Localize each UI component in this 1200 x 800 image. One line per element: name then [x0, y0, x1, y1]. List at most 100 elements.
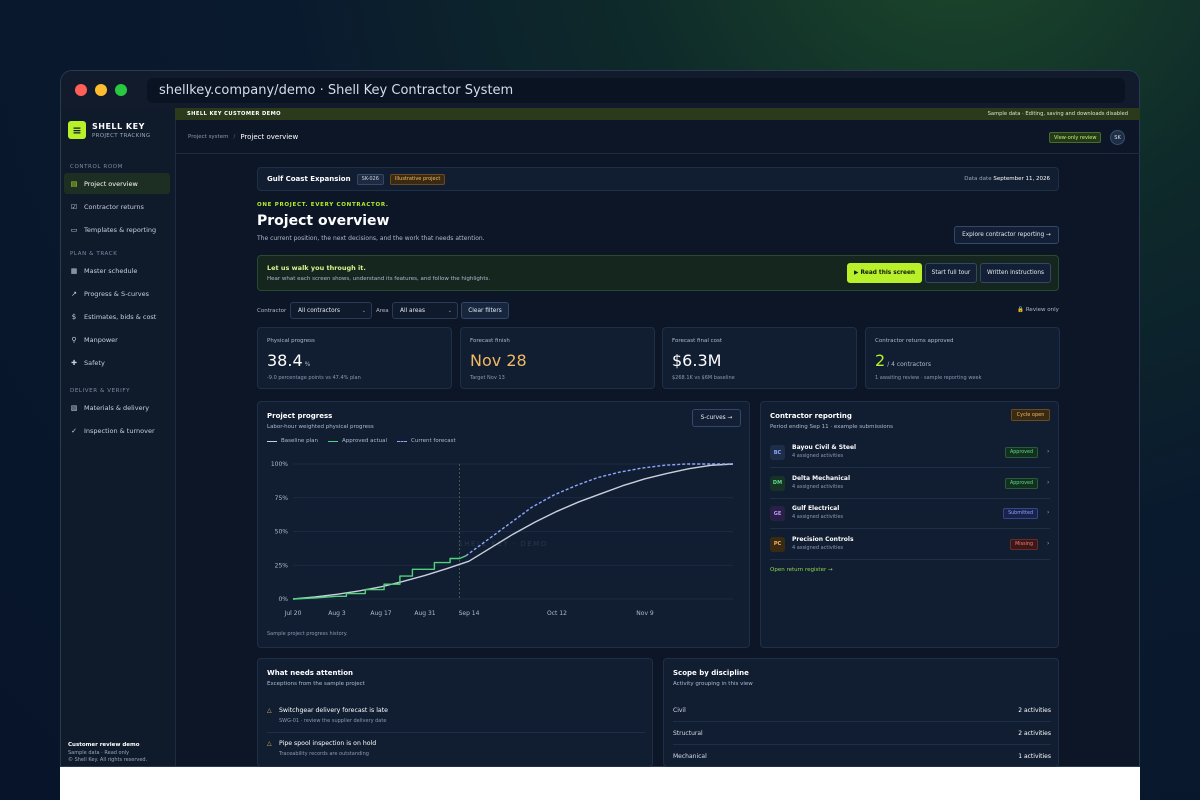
kpi-value-number: Nov 28: [470, 351, 527, 370]
maximize-window-button[interactable]: [115, 84, 127, 96]
y-tick-label: 100%: [271, 461, 288, 468]
sidebar-item-contractor-returns[interactable]: ☑ Contractor returns: [64, 196, 170, 217]
scope-panel: Scope by discipline Activity grouping in…: [663, 658, 1059, 768]
sidebar-footer-title: Customer review demo: [68, 742, 140, 748]
sidebar-item-label: Master schedule: [84, 266, 138, 275]
contractor-avatar: BC: [770, 445, 785, 460]
sidebar-item-safety[interactable]: ✚ Safety: [64, 352, 170, 373]
contractor-select[interactable]: All contractors ⌄: [290, 302, 372, 319]
scope-count: 2 activities: [1018, 729, 1051, 737]
contractor-activities: 4 assigned activities: [792, 453, 844, 459]
sidebar-item-manpower[interactable]: ⚲ Manpower: [64, 329, 170, 350]
project-overview-icon: ▤: [70, 179, 78, 188]
contractor-activities: 4 assigned activities: [792, 514, 844, 520]
written-instructions-button[interactable]: Written instructions: [980, 263, 1051, 283]
close-window-button[interactable]: [75, 84, 87, 96]
sidebar-item-master-schedule[interactable]: ▦ Master schedule: [64, 260, 170, 281]
breadcrumb-parent[interactable]: Project system: [188, 134, 228, 140]
sidebar-section-label: PLAN & TRACK: [70, 251, 118, 257]
shell-key-logo-icon[interactable]: ≡: [68, 121, 86, 139]
chevron-right-icon: ›: [1047, 448, 1050, 455]
warning-icon: △: [267, 707, 272, 714]
area-select[interactable]: All areas ⌄: [392, 302, 458, 319]
kpi-note: -9.0 percentage points vs 47.4% plan: [267, 375, 361, 381]
page-bottom-area: [60, 767, 1140, 800]
contractor-activities: 4 assigned activities: [792, 483, 844, 490]
kpi-note: Target Nov 13: [470, 375, 505, 381]
safety-icon: ✚: [71, 358, 77, 367]
area-select-value: All areas: [400, 307, 425, 314]
contractor-row[interactable]: GE Gulf Electrical 4 assigned activities Su…: [770, 499, 1050, 529]
kpi-card: Forecast final cost $6.3M $268.1K vs $6M b…: [662, 327, 857, 389]
x-tick-label: Jul 20: [284, 610, 302, 617]
walkthrough-title: Let us walk you through it.: [267, 264, 366, 272]
sidebar-item-label: Materials & delivery: [84, 403, 150, 412]
kpi-value: $6.3M: [672, 351, 723, 370]
sidebar-item-progress-s-curves[interactable]: ↗ Progress & S-curves: [64, 283, 170, 304]
sidebar-item-project-overview[interactable]: ▤ Project overview: [64, 173, 170, 194]
contractor-row[interactable]: DM Delta Mechanical 4 assigned activities A…: [770, 469, 1050, 499]
kpi-value-number: $6.3M: [672, 351, 722, 370]
contractor-row[interactable]: BC Bayou Civil & Steel 4 assigned activiti…: [770, 438, 1050, 468]
walkthrough-panel: Let us walk you through it. Hear what ea…: [257, 255, 1059, 291]
sidebar-item-materials-delivery[interactable]: ▧ Materials & delivery: [64, 397, 170, 418]
x-tick-label: Aug 31: [414, 610, 435, 617]
attention-title: What needs attention: [267, 669, 353, 677]
chevron-down-icon: ⌄: [361, 307, 366, 314]
page-title: Project overview: [257, 213, 390, 229]
scope-row: Structural 2 activities: [673, 722, 1051, 745]
contractor-row[interactable]: PC Precision Controls 4 assigned activitie…: [770, 530, 1050, 560]
read-this-screen-button[interactable]: ▶ Read this screen: [847, 263, 922, 283]
demo-banner-note: Sample data · Editing, saving and downlo…: [987, 111, 1128, 117]
kpi-value: Nov 28: [470, 351, 529, 370]
breadcrumb: Project system / Project overview: [175, 120, 1140, 154]
clear-filters-button[interactable]: Clear filters: [461, 302, 509, 319]
sidebar-item-label: Templates & reporting: [84, 225, 157, 234]
kpi-label: Forecast finish: [470, 338, 510, 344]
scope-count: 1 activities: [1018, 752, 1051, 760]
chevron-right-icon: ›: [1047, 539, 1050, 547]
kpi-unit: %: [304, 361, 311, 368]
inspection-turnover-icon: ✓: [71, 426, 77, 435]
kpi-value: 2/ 4 contractors: [875, 351, 931, 370]
chevron-down-icon: ⌄: [447, 307, 452, 314]
brand-name: SHELL KEY: [92, 122, 145, 131]
status-badge: Submitted: [1003, 508, 1038, 519]
cycle-open-badge: Cycle open: [1011, 409, 1050, 421]
sidebar-item-inspection-turnover[interactable]: ✓ Inspection & turnover: [64, 420, 170, 441]
contractor-name: Gulf Electrical: [792, 505, 840, 512]
sidebar-item-estimates-bids-cost[interactable]: $ Estimates, bids & cost: [64, 306, 170, 327]
sidebar-item-label: Project overview: [84, 179, 138, 188]
open-return-register-link[interactable]: Open return register →: [770, 567, 833, 573]
minimize-window-button[interactable]: [95, 84, 107, 96]
y-tick-label: 0%: [278, 596, 288, 603]
start-full-tour-button[interactable]: Start full tour: [925, 263, 977, 283]
status-badge: Approved: [1004, 477, 1038, 489]
sidebar-item-templates-reporting[interactable]: ▭ Templates & reporting: [64, 219, 170, 240]
divider: [267, 732, 645, 733]
kpi-value-number: 2: [875, 351, 886, 370]
address-text: shellkey.company/demo · Shell Key Contra…: [159, 83, 514, 98]
sidebar-item-label: Progress & S-curves: [84, 289, 150, 298]
avatar[interactable]: SK: [1110, 130, 1125, 145]
estimates-bids-cost-icon: $: [71, 312, 77, 321]
sidebar-item-label: Manpower: [84, 335, 118, 344]
series-approved-actual-line: [292, 555, 467, 600]
x-tick-label: Aug 17: [370, 610, 391, 617]
kpi-label: Forecast final cost: [672, 338, 723, 344]
sidebar-footer-line2: © Shell Key. All rights reserved.: [68, 757, 148, 763]
progress-source-note: Sample project progress history.: [267, 631, 348, 637]
walkthrough-desc: Hear what each screen shows, understand …: [267, 276, 491, 282]
explore-contractor-reporting-button[interactable]: Explore contractor reporting →: [954, 226, 1059, 244]
address-bar[interactable]: shellkey.company/demo · Shell Key Contra…: [147, 78, 1125, 103]
demo-banner-title: SHELL KEY CUSTOMER DEMO: [187, 111, 281, 117]
data-date-value: September 11, 2026: [993, 176, 1050, 182]
area-filter-label: Area: [376, 308, 389, 314]
illustrative-badge: Illustrative project: [389, 173, 446, 185]
chevron-right-icon: ›: [1047, 478, 1050, 486]
scope-discipline: Civil: [673, 706, 686, 714]
warning-icon: △: [267, 740, 272, 747]
chevron-right-icon: ›: [1047, 509, 1050, 516]
attention-item-desc: SWG-01 · review the supplier delivery da…: [279, 718, 387, 724]
attention-subtitle: Exceptions from the sample project: [267, 681, 365, 687]
